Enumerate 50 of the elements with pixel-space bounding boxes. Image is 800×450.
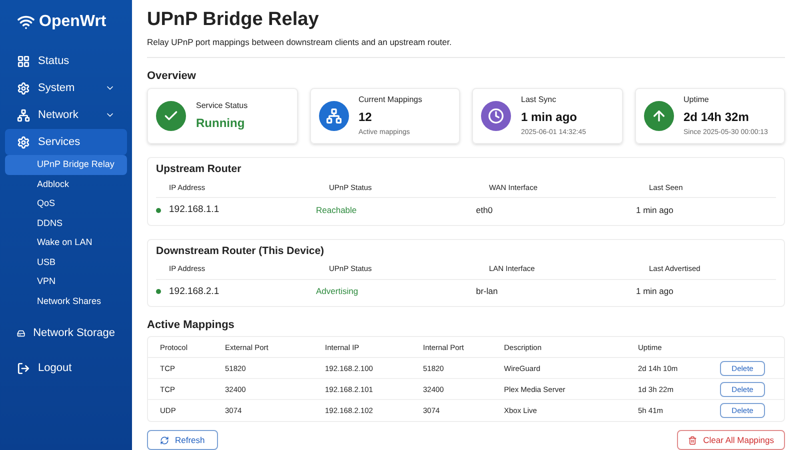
sidebar-item[interactable]: Status xyxy=(5,48,127,74)
clock-icon xyxy=(488,108,504,124)
sidebar-subitem[interactable]: VPN xyxy=(5,272,127,292)
interface-name: br-lan xyxy=(476,285,499,298)
sidebar-subitem[interactable]: Adblock xyxy=(5,174,127,194)
network-icon xyxy=(17,108,30,122)
gear-icon xyxy=(17,136,30,148)
brand-name: OpenWrt xyxy=(39,12,106,32)
sidebar-item[interactable]: System xyxy=(5,75,127,101)
sidebar-subitem[interactable]: USB xyxy=(5,252,127,272)
ip-address: 192.168.1.1 xyxy=(169,203,220,218)
sidebar-item[interactable]: Network Storage xyxy=(5,320,127,346)
ip-address: 192.168.2.1 xyxy=(169,284,220,298)
stat-label: Current Mappings xyxy=(358,94,422,106)
sidebar-subitem[interactable]: DDNS xyxy=(5,214,127,233)
network-icon xyxy=(326,108,342,124)
grid-icon xyxy=(17,54,30,68)
stat-value: 12 xyxy=(358,109,373,126)
sidebar-item[interactable]: Logout xyxy=(5,355,127,381)
sidebar-subitem[interactable]: Network Shares xyxy=(5,292,127,311)
interface-name: eth0 xyxy=(476,204,494,217)
page-title: UPnP Bridge Relay xyxy=(147,8,320,32)
sidebar-item[interactable]: Network xyxy=(5,102,127,128)
panel-title: Downstream Router (This Device) xyxy=(156,244,326,258)
clear-all-button[interactable]: Clear All Mappings xyxy=(677,430,785,450)
refresh-button[interactable]: Refresh xyxy=(147,430,218,450)
section-heading: Overview xyxy=(147,68,197,84)
upnp-status: Advertising xyxy=(316,285,360,298)
panel-title: Upstream Router xyxy=(156,162,242,178)
refresh-icon xyxy=(160,436,169,445)
stat-label: Uptime xyxy=(684,94,710,106)
upnp-status: Reachable xyxy=(316,204,358,217)
last-time: 1 min ago xyxy=(636,285,674,298)
sidebar-item[interactable]: Services xyxy=(5,129,127,155)
stat-value: 1 min ago xyxy=(521,109,578,126)
stat-label: Service Status xyxy=(196,100,248,112)
sidebar-subitem[interactable]: UPnP Bridge Relay xyxy=(5,155,127,174)
stat-value: 2d 14h 32m xyxy=(684,109,750,126)
logo-icon xyxy=(17,13,35,31)
page-subtitle: Relay UPnP port mappings between downstream clients and an upstream router. xyxy=(147,36,785,58)
section-heading: Active Mappings xyxy=(147,318,236,333)
stat-value: Running xyxy=(196,115,246,132)
last-time: 1 min ago xyxy=(636,204,674,217)
sidebar-subitem[interactable]: Wake on LAN xyxy=(5,233,127,252)
trash-icon xyxy=(688,436,698,445)
arrow-up-icon xyxy=(650,108,666,124)
sidebar-subitem[interactable]: QoS xyxy=(5,194,127,214)
gear-icon xyxy=(17,82,30,94)
stat-label: Last Sync xyxy=(521,94,558,106)
logout-icon xyxy=(17,362,30,374)
